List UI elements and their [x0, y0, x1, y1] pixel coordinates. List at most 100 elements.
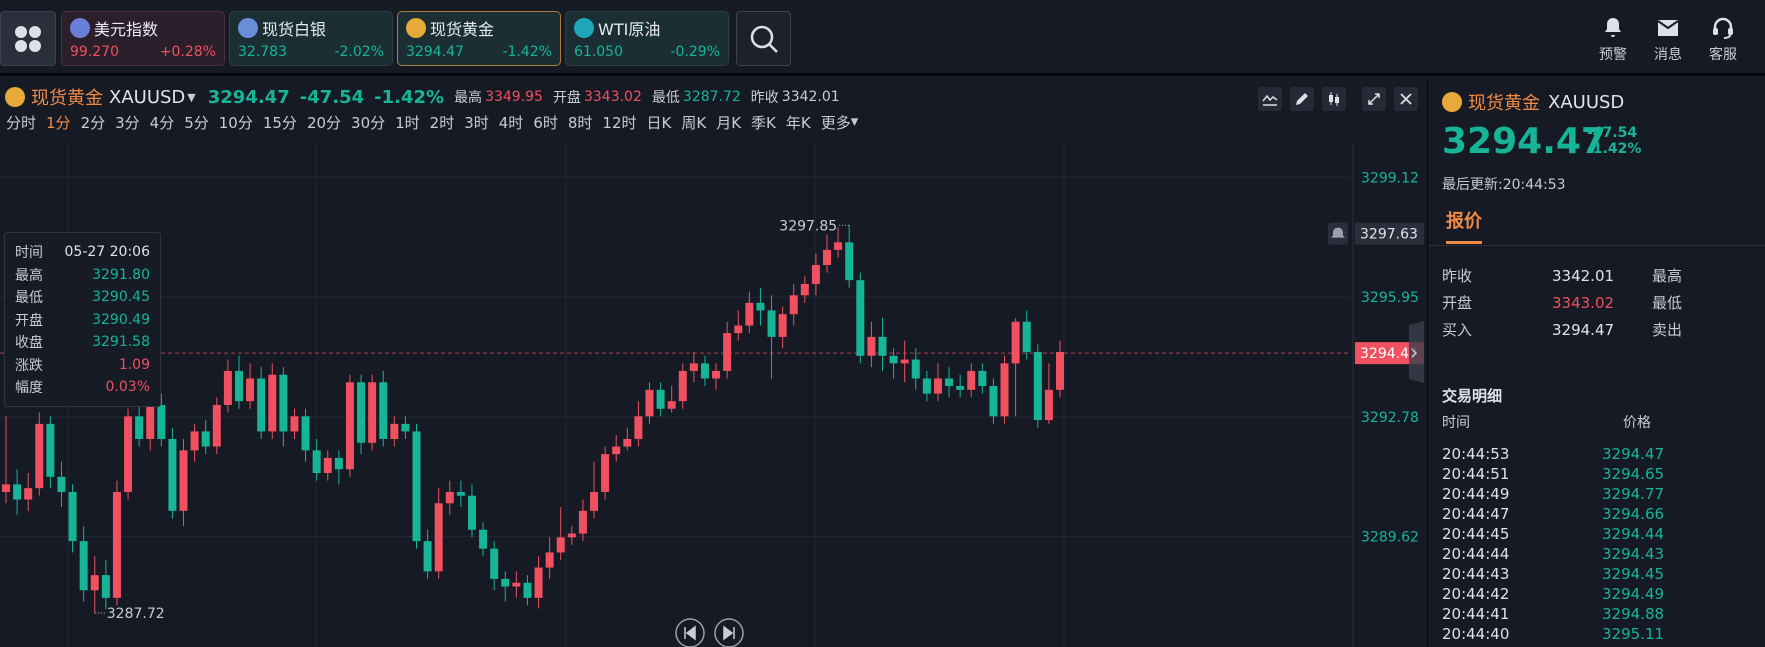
last-updated: 最后更新:20:44:53 — [1442, 177, 1566, 193]
interval-option[interactable]: 月K — [716, 112, 741, 133]
trade-price: 3294.47 — [1602, 445, 1665, 463]
alert-button[interactable]: 预警 — [1599, 16, 1627, 64]
messages-button[interactable]: 消息 — [1654, 16, 1682, 64]
trade-row: 20:44:49 3294.77 — [1442, 484, 1664, 504]
candle-body — [534, 567, 543, 598]
interval-option[interactable]: 年K — [786, 112, 811, 133]
trades-list: 20:44:53 3294.47 20:44:51 3294.65 20:44:49… — [1442, 444, 1664, 644]
apps-menu-button[interactable] — [0, 11, 56, 66]
close-icon — [1400, 93, 1412, 105]
candle-body — [57, 476, 66, 492]
support-button[interactable]: 客服 — [1709, 16, 1737, 64]
trade-time: 20:44:44 — [1442, 545, 1510, 563]
interval-option[interactable]: 2时 — [430, 112, 455, 133]
interval-option[interactable]: 3分 — [115, 112, 140, 133]
candle-body — [90, 575, 99, 591]
high-label: 最高 — [454, 90, 483, 106]
instrument-symbol[interactable]: XAUUSD — [109, 87, 185, 108]
candle-body — [712, 370, 721, 379]
open-label: 开盘 — [552, 90, 581, 106]
search-button[interactable] — [736, 11, 791, 66]
ticker-card[interactable]: WTI原油 61.050 -0.29% — [565, 11, 729, 66]
tab-quote[interactable]: 报价 — [1446, 207, 1482, 244]
quote-key-2: 最高 — [1652, 267, 1683, 285]
candle-body — [989, 386, 998, 417]
instrument-name[interactable]: 现货黄金 — [31, 84, 103, 110]
ticker-card[interactable]: 现货黄金 3294.47 -1.42% — [397, 11, 561, 66]
chevron-right-icon[interactable] — [1411, 348, 1418, 358]
ticker-change: -2.02% — [334, 44, 384, 60]
support-label: 客服 — [1709, 47, 1737, 63]
candle-body — [268, 374, 277, 432]
interval-option[interactable]: 12时 — [602, 112, 636, 133]
interval-option[interactable]: 8时 — [568, 112, 593, 133]
candle-body — [357, 382, 366, 443]
interval-option[interactable]: 4时 — [499, 112, 524, 133]
candle-body — [501, 578, 510, 587]
candle-body — [789, 295, 798, 315]
info-value: 0.03% — [105, 379, 150, 396]
candle-body — [523, 582, 532, 598]
high-value: 3349.95 — [485, 89, 543, 105]
interval-option[interactable]: 15分 — [263, 112, 297, 133]
candle-body — [656, 389, 665, 409]
col-time: 时间 — [1442, 415, 1470, 431]
expand-button[interactable] — [1362, 87, 1386, 111]
candle-body — [479, 529, 488, 549]
interval-option[interactable]: 1分 — [46, 112, 71, 133]
candle-body — [401, 423, 410, 432]
search-icon — [750, 25, 778, 53]
candle-body — [112, 491, 121, 598]
candle-body — [46, 423, 55, 477]
draw-button[interactable] — [1290, 87, 1314, 111]
chevron-down-icon[interactable]: ▼ — [187, 91, 195, 104]
interval-option[interactable]: 6时 — [533, 112, 558, 133]
interval-option[interactable]: 10分 — [219, 112, 253, 133]
interval-option[interactable]: 1时 — [395, 112, 420, 133]
ticker-card[interactable]: 现货白银 32.783 -2.02% — [229, 11, 393, 66]
info-key: 开盘 — [15, 312, 43, 329]
current-price-label: 3294.47 — [1360, 346, 1418, 362]
trade-price: 3294.49 — [1602, 585, 1665, 603]
interval-option[interactable]: 日K — [647, 112, 672, 133]
interval-option[interactable]: 20分 — [307, 112, 341, 133]
candle-body — [24, 488, 33, 500]
scroll-right-handle[interactable] — [1409, 321, 1424, 384]
indicator-button[interactable] — [1258, 87, 1282, 111]
bell-icon[interactable] — [1328, 222, 1348, 245]
rewind-button[interactable] — [675, 618, 705, 647]
candle-body — [634, 416, 643, 439]
candle-body — [889, 355, 898, 364]
current-price-tag — [1355, 342, 1424, 365]
candle-body — [601, 454, 610, 492]
info-value: 3290.45 — [92, 289, 150, 306]
info-value: 3290.49 — [92, 311, 150, 328]
quote-key-2: 最低 — [1652, 294, 1683, 312]
expand-icon — [1368, 93, 1380, 105]
candlestick-chart[interactable]: 3299.12 3295.95 3292.78 3289.62 3297.85 3287.… — [0, 79, 1424, 647]
interval-option[interactable]: 季K — [751, 112, 776, 133]
silver-coin-icon — [238, 18, 258, 38]
forward-button[interactable] — [714, 618, 744, 647]
interval-option[interactable]: 5分 — [184, 112, 209, 133]
low-marker-label: 3287.72 — [107, 606, 165, 622]
ticker-name: 现货白银 — [262, 20, 327, 39]
interval-option[interactable]: 30分 — [351, 112, 385, 133]
chart-type-button[interactable] — [1322, 87, 1346, 111]
ticker-change: -1.42% — [502, 44, 552, 60]
interval-option[interactable]: 4分 — [150, 112, 175, 133]
interval-option[interactable]: 2分 — [81, 112, 106, 133]
candle-body — [911, 359, 920, 379]
interval-option[interactable]: 更多 — [821, 112, 851, 133]
candle-body — [190, 431, 199, 451]
interval-option[interactable]: 分时 — [6, 112, 36, 133]
interval-option[interactable]: 周K — [681, 112, 706, 133]
interval-option[interactable]: 3时 — [464, 112, 489, 133]
chevron-down-icon[interactable]: ▾ — [851, 112, 859, 133]
candle-body — [279, 374, 288, 432]
ticker-card[interactable]: 美元指数 99.270 +0.28% — [61, 11, 225, 66]
trade-time: 20:44:40 — [1442, 625, 1510, 643]
trade-price: 3295.11 — [1602, 625, 1665, 643]
candle-body — [545, 552, 554, 568]
close-button[interactable] — [1394, 87, 1418, 111]
